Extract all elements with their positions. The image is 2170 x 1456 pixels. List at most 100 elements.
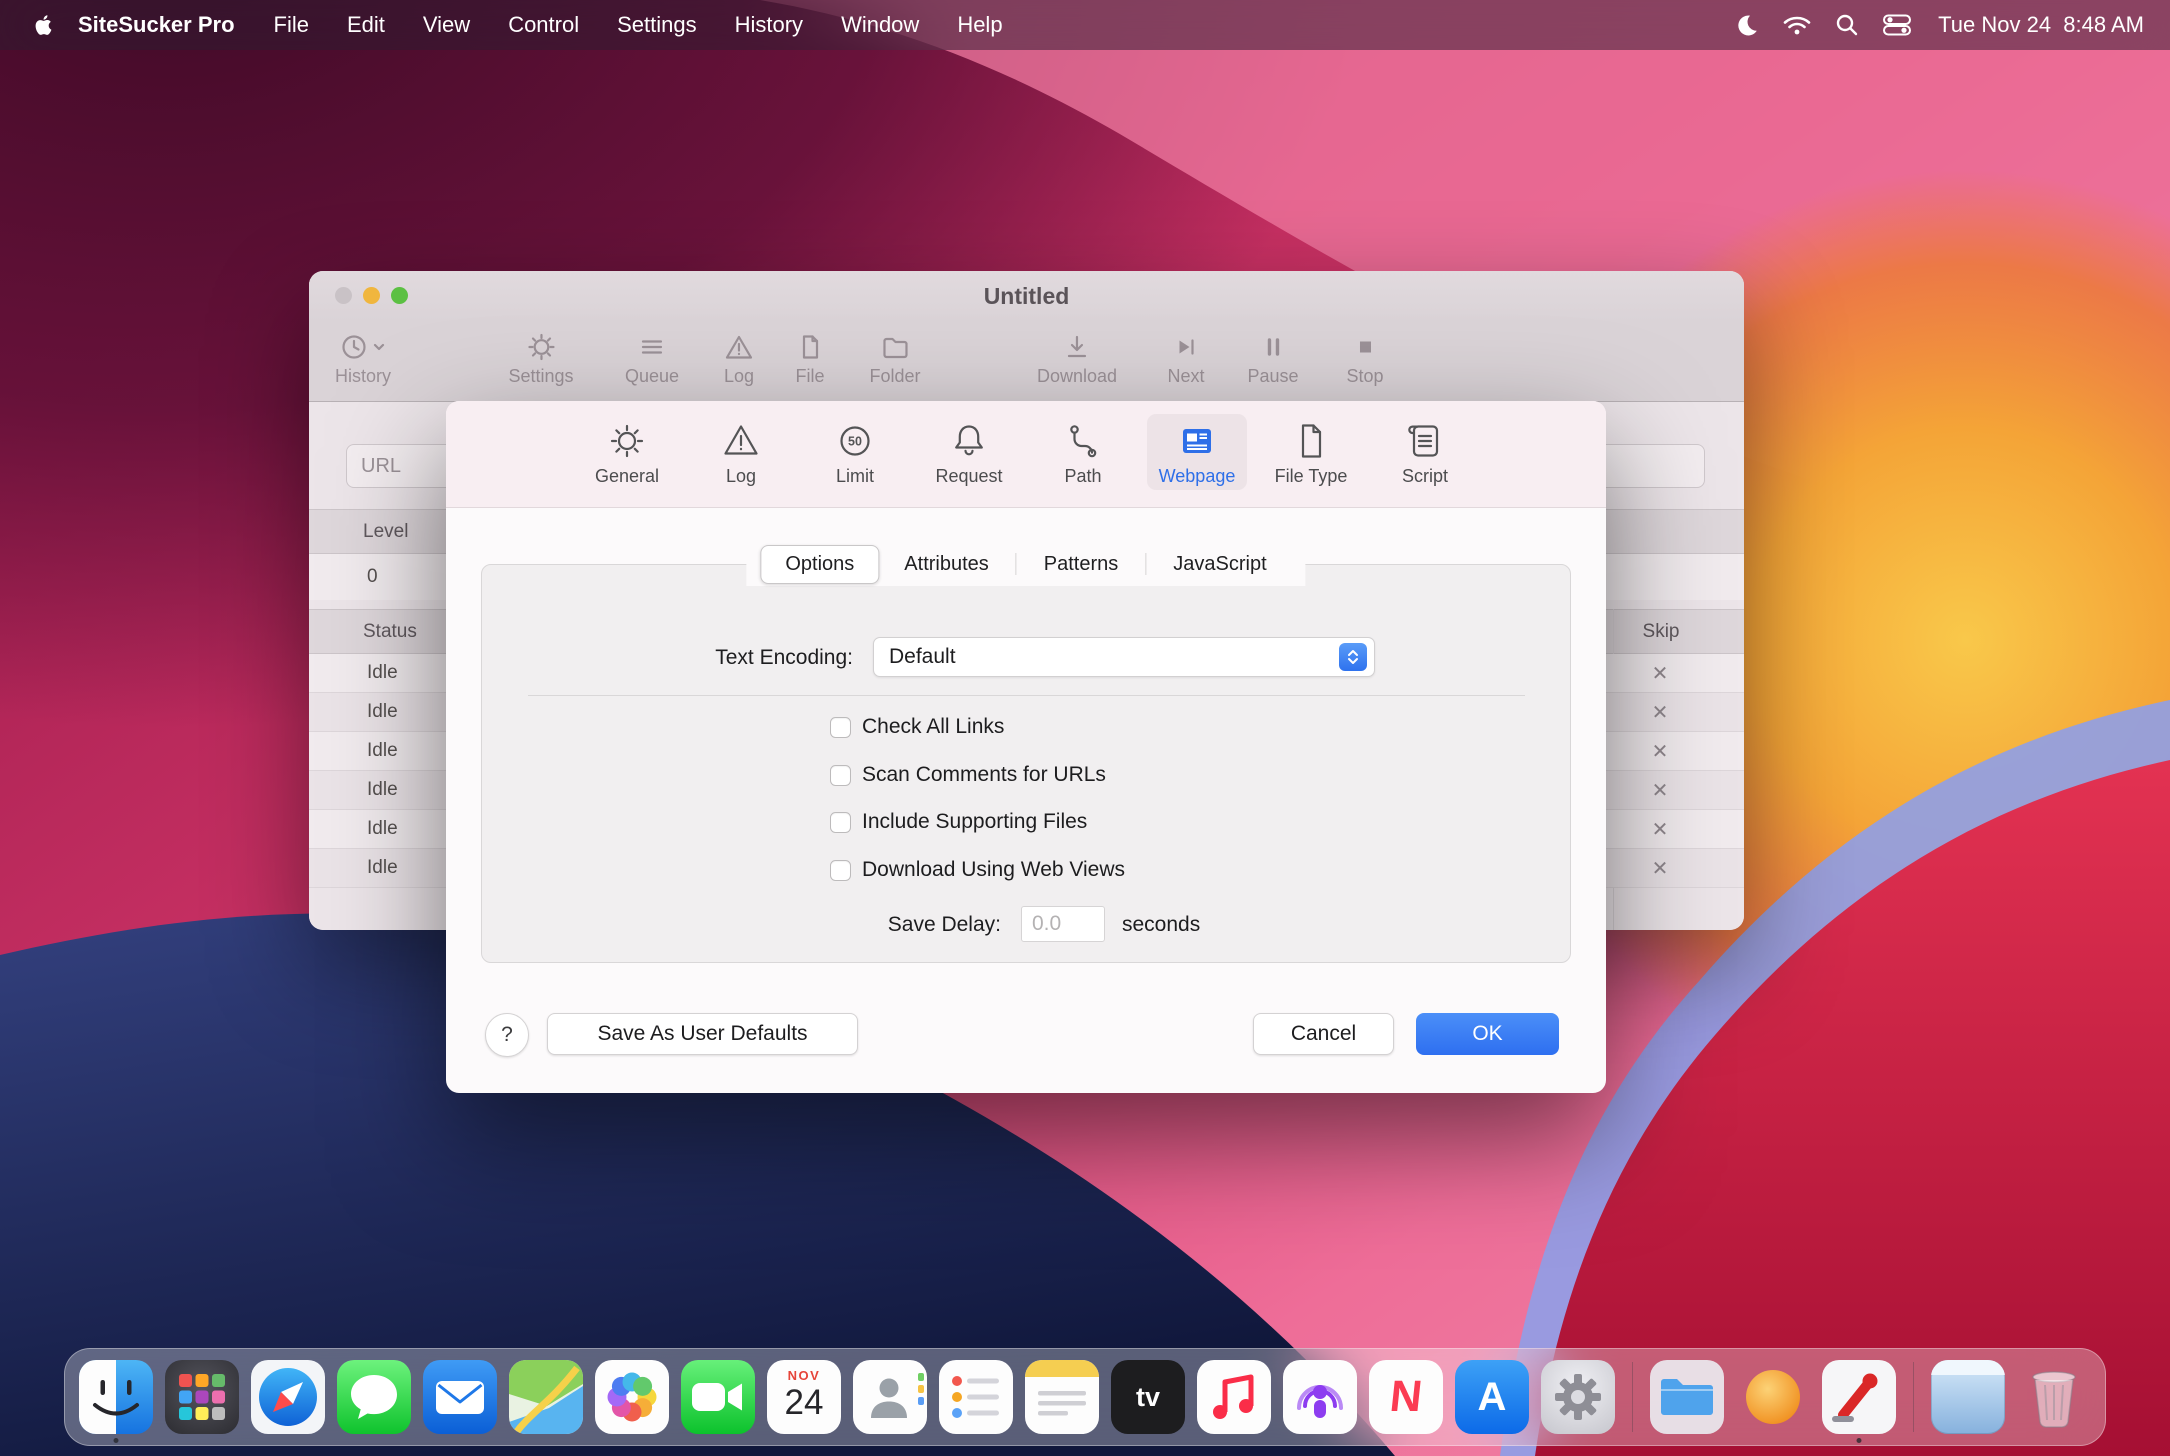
spotlight-search-icon[interactable] bbox=[1826, 12, 1868, 38]
checkbox-check-all-links[interactable]: Check All Links bbox=[830, 712, 1004, 742]
toolbar-log-button[interactable]: Log bbox=[724, 330, 754, 387]
menu-settings[interactable]: Settings bbox=[598, 12, 716, 38]
menu-history[interactable]: History bbox=[716, 12, 822, 38]
text-encoding-popup[interactable]: Default bbox=[873, 637, 1375, 677]
skip-button[interactable]: ✕ bbox=[1639, 817, 1681, 842]
traffic-lights bbox=[335, 287, 408, 304]
ok-button[interactable]: OK bbox=[1416, 1013, 1559, 1055]
webpage-settings-sheet: General Log 50 Limit Request Path bbox=[446, 401, 1606, 1093]
menu-file[interactable]: File bbox=[255, 12, 328, 38]
dock-music[interactable] bbox=[1197, 1360, 1271, 1434]
dock-folder[interactable] bbox=[1650, 1360, 1724, 1434]
sheet-tab-webpage[interactable]: Webpage bbox=[1147, 414, 1247, 490]
sheet-tab-general[interactable]: General bbox=[577, 414, 677, 490]
bell-icon bbox=[947, 417, 991, 465]
menu-control[interactable]: Control bbox=[489, 12, 598, 38]
options-groupbox: Text Encoding: Default Check All Links S… bbox=[481, 564, 1571, 963]
menu-clock[interactable]: Tue Nov 24 8:48 AM bbox=[1938, 12, 2144, 38]
menu-view[interactable]: View bbox=[404, 12, 489, 38]
dock-trash[interactable] bbox=[2017, 1360, 2091, 1434]
dock-podcasts[interactable] bbox=[1283, 1360, 1357, 1434]
dark-mode-moon-icon[interactable] bbox=[1726, 12, 1768, 38]
checkbox-box[interactable] bbox=[830, 812, 851, 833]
close-button[interactable] bbox=[335, 287, 352, 304]
sheet-tab-log[interactable]: Log bbox=[691, 414, 791, 490]
checkbox-box[interactable] bbox=[830, 717, 851, 738]
dock-calendar[interactable]: NOV 24 bbox=[767, 1360, 841, 1434]
toolbar-folder-button[interactable]: Folder bbox=[869, 330, 920, 387]
sheet-tab-file-type[interactable]: File Type bbox=[1261, 414, 1361, 490]
app-store-glyph: A bbox=[1455, 1360, 1529, 1434]
dock-downloads[interactable] bbox=[1736, 1360, 1810, 1434]
sheet-tab-limit[interactable]: 50 Limit bbox=[805, 414, 905, 490]
toolbar-settings-button[interactable]: Settings bbox=[508, 330, 573, 387]
save-as-user-defaults-button[interactable]: Save As User Defaults bbox=[547, 1013, 858, 1055]
toolbar-history-button[interactable]: History bbox=[335, 330, 391, 387]
skip-next-icon bbox=[1171, 330, 1201, 363]
skip-button[interactable]: ✕ bbox=[1639, 700, 1681, 725]
subtab-options[interactable]: Options bbox=[760, 545, 879, 584]
dock-finder[interactable] bbox=[79, 1360, 153, 1434]
save-delay-input[interactable] bbox=[1021, 906, 1105, 942]
dock-sitesucker[interactable] bbox=[1822, 1360, 1896, 1434]
dock-messages[interactable] bbox=[337, 1360, 411, 1434]
skip-button[interactable]: ✕ bbox=[1639, 661, 1681, 686]
checkbox-include-supporting-files[interactable]: Include Supporting Files bbox=[830, 807, 1087, 837]
limit-50-icon: 50 bbox=[833, 417, 877, 465]
sheet-tab-request[interactable]: Request bbox=[919, 414, 1019, 490]
toolbar-stop-button[interactable]: Stop bbox=[1346, 330, 1383, 387]
window-titlebar[interactable]: Untitled bbox=[309, 271, 1744, 321]
toolbar-queue-button[interactable]: Queue bbox=[625, 330, 679, 387]
menu-help[interactable]: Help bbox=[938, 12, 1021, 38]
toolbar-label: Stop bbox=[1346, 366, 1383, 387]
menu-window[interactable]: Window bbox=[822, 12, 938, 38]
sheet-tab-script[interactable]: Script bbox=[1375, 414, 1475, 490]
dock-system-preferences[interactable] bbox=[1541, 1360, 1615, 1434]
subtab-patterns[interactable]: Patterns bbox=[1019, 545, 1143, 584]
control-center-icon[interactable] bbox=[1876, 12, 1918, 38]
checkbox-box[interactable] bbox=[830, 765, 851, 786]
queue-list-icon bbox=[637, 330, 667, 363]
checkbox-label: Scan Comments for URLs bbox=[862, 763, 1106, 787]
skip-button[interactable]: ✕ bbox=[1639, 739, 1681, 764]
toolbar-file-button[interactable]: File bbox=[795, 330, 825, 387]
dock-photos[interactable] bbox=[595, 1360, 669, 1434]
tab-label: General bbox=[595, 466, 659, 487]
status-cell: Idle bbox=[367, 818, 398, 840]
checkbox-box[interactable] bbox=[830, 860, 851, 881]
dock-maps[interactable] bbox=[509, 1360, 583, 1434]
checkbox-download-web-views[interactable]: Download Using Web Views bbox=[830, 855, 1125, 885]
zoom-button[interactable] bbox=[391, 287, 408, 304]
menu-app-name[interactable]: SiteSucker Pro bbox=[70, 12, 255, 38]
toolbar-pause-button[interactable]: Pause bbox=[1247, 330, 1298, 387]
wifi-icon[interactable] bbox=[1776, 12, 1818, 38]
dock-mail[interactable] bbox=[423, 1360, 497, 1434]
checkbox-scan-comments[interactable]: Scan Comments for URLs bbox=[830, 760, 1106, 790]
dock-safari[interactable] bbox=[251, 1360, 325, 1434]
dock-tv[interactable]: tv bbox=[1111, 1360, 1185, 1434]
calendar-day: 24 bbox=[767, 1383, 841, 1423]
dock-facetime[interactable] bbox=[681, 1360, 755, 1434]
cancel-button[interactable]: Cancel bbox=[1253, 1013, 1394, 1055]
dock-launchpad[interactable] bbox=[165, 1360, 239, 1434]
dock-notes[interactable] bbox=[1025, 1360, 1099, 1434]
help-button[interactable]: ? bbox=[485, 1013, 529, 1057]
minimize-button[interactable] bbox=[363, 287, 380, 304]
dock-news[interactable]: N bbox=[1369, 1360, 1443, 1434]
apple-menu[interactable] bbox=[26, 13, 70, 37]
menu-edit[interactable]: Edit bbox=[328, 12, 404, 38]
dock-minimized-window[interactable] bbox=[1931, 1360, 2005, 1434]
toolbar-next-button[interactable]: Next bbox=[1167, 330, 1204, 387]
subtab-attributes[interactable]: Attributes bbox=[879, 545, 1013, 584]
toolbar-label: File bbox=[795, 366, 824, 387]
dock-app-store[interactable]: A bbox=[1455, 1360, 1529, 1434]
skip-button[interactable]: ✕ bbox=[1639, 856, 1681, 881]
subtab-segmented-control: Options Attributes Patterns JavaScript bbox=[746, 542, 1305, 586]
dock-contacts[interactable] bbox=[853, 1360, 927, 1434]
dock-reminders[interactable] bbox=[939, 1360, 1013, 1434]
sheet-tab-path[interactable]: Path bbox=[1033, 414, 1133, 490]
subtab-javascript[interactable]: JavaScript bbox=[1148, 545, 1291, 584]
path-icon bbox=[1061, 417, 1105, 465]
toolbar-download-button[interactable]: Download bbox=[1037, 330, 1117, 387]
skip-button[interactable]: ✕ bbox=[1639, 778, 1681, 803]
